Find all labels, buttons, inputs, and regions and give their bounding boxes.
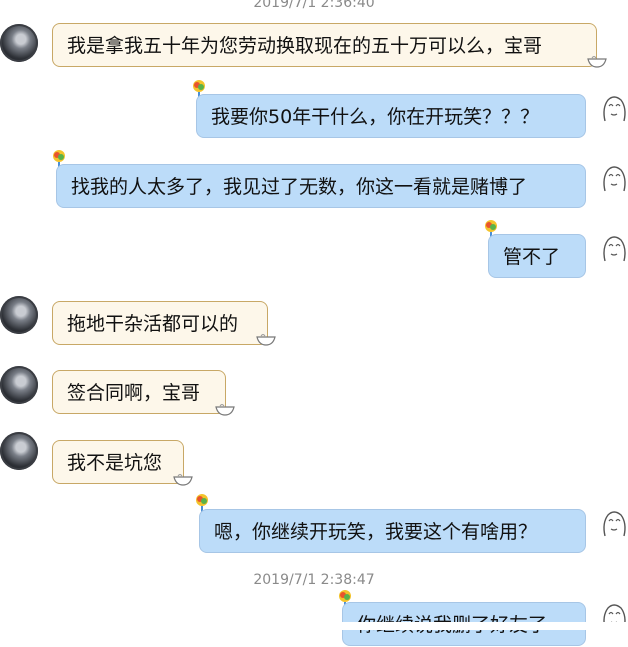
message-bubble-received[interactable]: 我不是坑您: [52, 440, 184, 484]
message-bubble-sent[interactable]: 我要你50年干什么，你在开玩笑？？？: [196, 94, 586, 138]
message-bubble-received[interactable]: 签合同啊，宝哥: [52, 370, 226, 414]
message-text: 我是拿我五十年为您劳动换取现在的五十万可以么，宝哥: [67, 35, 543, 57]
bowl-icon: [173, 474, 193, 486]
received-avatar[interactable]: [0, 24, 38, 62]
sent-avatar[interactable]: [597, 160, 628, 194]
timestamp-top: 2019/7/1 2:36:40: [253, 0, 375, 11]
received-avatar[interactable]: [0, 366, 38, 404]
received-avatar[interactable]: [0, 432, 38, 470]
received-avatar[interactable]: [0, 296, 38, 334]
message-text: 我要你50年干什么，你在开玩笑？？？: [211, 106, 540, 128]
bowl-icon: [587, 56, 607, 68]
sent-avatar[interactable]: [597, 505, 628, 539]
message-bubble-received[interactable]: 我是拿我五十年为您劳动换取现在的五十万可以么，宝哥: [52, 23, 597, 67]
message-text: 签合同啊，宝哥: [67, 382, 201, 404]
message-text: 管不了: [503, 246, 561, 268]
message-text: 找我的人太多了，我见过了无数，你这一看就是赌博了: [71, 176, 528, 198]
bottom-edge: [0, 622, 628, 630]
message-bubble-sent[interactable]: 管不了: [488, 234, 586, 278]
bowl-icon: [215, 404, 235, 416]
message-bubble-received[interactable]: 拖地干杂活都可以的: [52, 301, 268, 345]
message-text: 我不是坑您: [67, 452, 163, 474]
message-bubble-sent[interactable]: 嗯，你继续开玩笑，我要这个有啥用？: [199, 509, 586, 553]
message-text: 嗯，你继续开玩笑，我要这个有啥用？: [214, 521, 538, 543]
chat-window: 2019/7/1 2:36:40 我是拿我五十年为您劳动换取现在的五十万可以么，…: [0, 0, 628, 646]
bowl-icon: [256, 334, 276, 346]
sent-avatar[interactable]: [597, 230, 628, 264]
timestamp-middle: 2019/7/1 2:38:47: [253, 572, 375, 588]
sent-avatar[interactable]: [597, 90, 628, 124]
message-bubble-sent[interactable]: 找我的人太多了，我见过了无数，你这一看就是赌博了: [56, 164, 586, 208]
message-text: 拖地干杂活都可以的: [67, 313, 239, 335]
